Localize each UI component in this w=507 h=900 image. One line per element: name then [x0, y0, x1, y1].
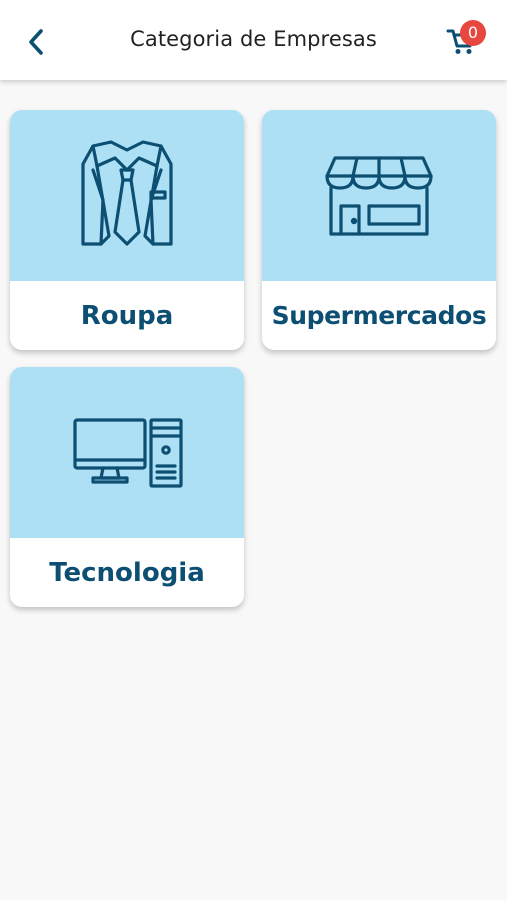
shirt-tie-icon — [79, 139, 175, 252]
category-card-supermercados[interactable]: Supermercados — [262, 110, 496, 350]
category-grid: Roupa Supermercados Tecnologia — [0, 0, 507, 900]
category-card-tecnologia[interactable]: Tecnologia — [10, 367, 244, 607]
category-label: Tecnologia — [49, 557, 205, 588]
category-image — [10, 110, 244, 281]
cart-count-badge: 0 — [460, 20, 486, 46]
category-image — [10, 367, 244, 538]
storefront-icon — [323, 154, 435, 238]
page-title: Categoria de Empresas — [130, 27, 377, 51]
category-card-roupa[interactable]: Roupa — [10, 110, 244, 350]
app-header: Categoria de Empresas 0 — [0, 0, 507, 80]
desktop-computer-icon — [71, 416, 183, 490]
cart-button[interactable]: 0 — [440, 18, 492, 68]
category-image — [262, 110, 496, 281]
category-label: Roupa — [80, 300, 174, 331]
category-label: Supermercados — [271, 301, 487, 330]
